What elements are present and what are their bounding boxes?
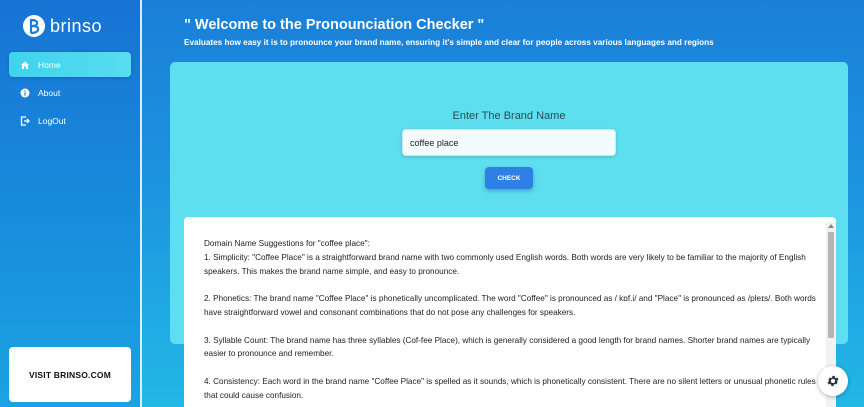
check-button[interactable]: CHECK xyxy=(485,167,533,189)
brand-logo[interactable]: brinso xyxy=(22,14,102,38)
sidebar-item-home[interactable]: Home xyxy=(9,52,131,77)
result-paragraph-phonetics: 2. Phonetics: The brand name "Coffee Pla… xyxy=(204,294,816,317)
result-text: Domain Name Suggestions for "coffee plac… xyxy=(204,237,822,407)
sidebar-item-about[interactable]: About xyxy=(9,80,131,105)
brand-name-input[interactable] xyxy=(402,129,616,156)
sidebar-item-logout[interactable]: LogOut xyxy=(9,108,131,133)
result-paragraph-syllables: 3. Syllable Count: The brand name has th… xyxy=(204,335,811,359)
sidebar-item-label: Home xyxy=(38,59,61,70)
sidebar: brinso Home About LogOut VISIT BRINSO.CO… xyxy=(0,0,142,407)
result-paragraph-simplicity: 1. Simplicity: "Coffee Place" is a strai… xyxy=(204,252,806,276)
visit-brinso-button[interactable]: VISIT BRINSO.COM xyxy=(9,347,131,402)
scroll-up-arrow-icon[interactable] xyxy=(828,224,834,228)
logout-icon xyxy=(19,115,30,126)
brand-name: brinso xyxy=(50,15,103,36)
scrollbar-thumb[interactable] xyxy=(828,232,834,338)
brinso-logo-icon xyxy=(23,15,45,37)
result-heading: Domain Name Suggestions for "coffee plac… xyxy=(204,239,370,248)
sidebar-nav: Home About LogOut xyxy=(9,52,131,136)
sidebar-item-label: About xyxy=(38,87,61,98)
page-title: " Welcome to the Pronounciation Checker … xyxy=(184,17,485,33)
home-icon xyxy=(19,59,30,70)
sidebar-item-label: LogOut xyxy=(38,115,66,126)
settings-button[interactable] xyxy=(818,366,848,396)
page-subtitle: Evaluates how easy it is to pronounce yo… xyxy=(184,38,714,47)
gear-icon xyxy=(827,375,839,387)
result-paragraph-consistency: 4. Consistency: Each word in the brand n… xyxy=(204,376,816,400)
info-icon xyxy=(19,87,30,98)
result-panel[interactable]: Domain Name Suggestions for "coffee plac… xyxy=(184,217,836,407)
brand-name-prompt: Enter The Brand Name xyxy=(452,110,566,122)
